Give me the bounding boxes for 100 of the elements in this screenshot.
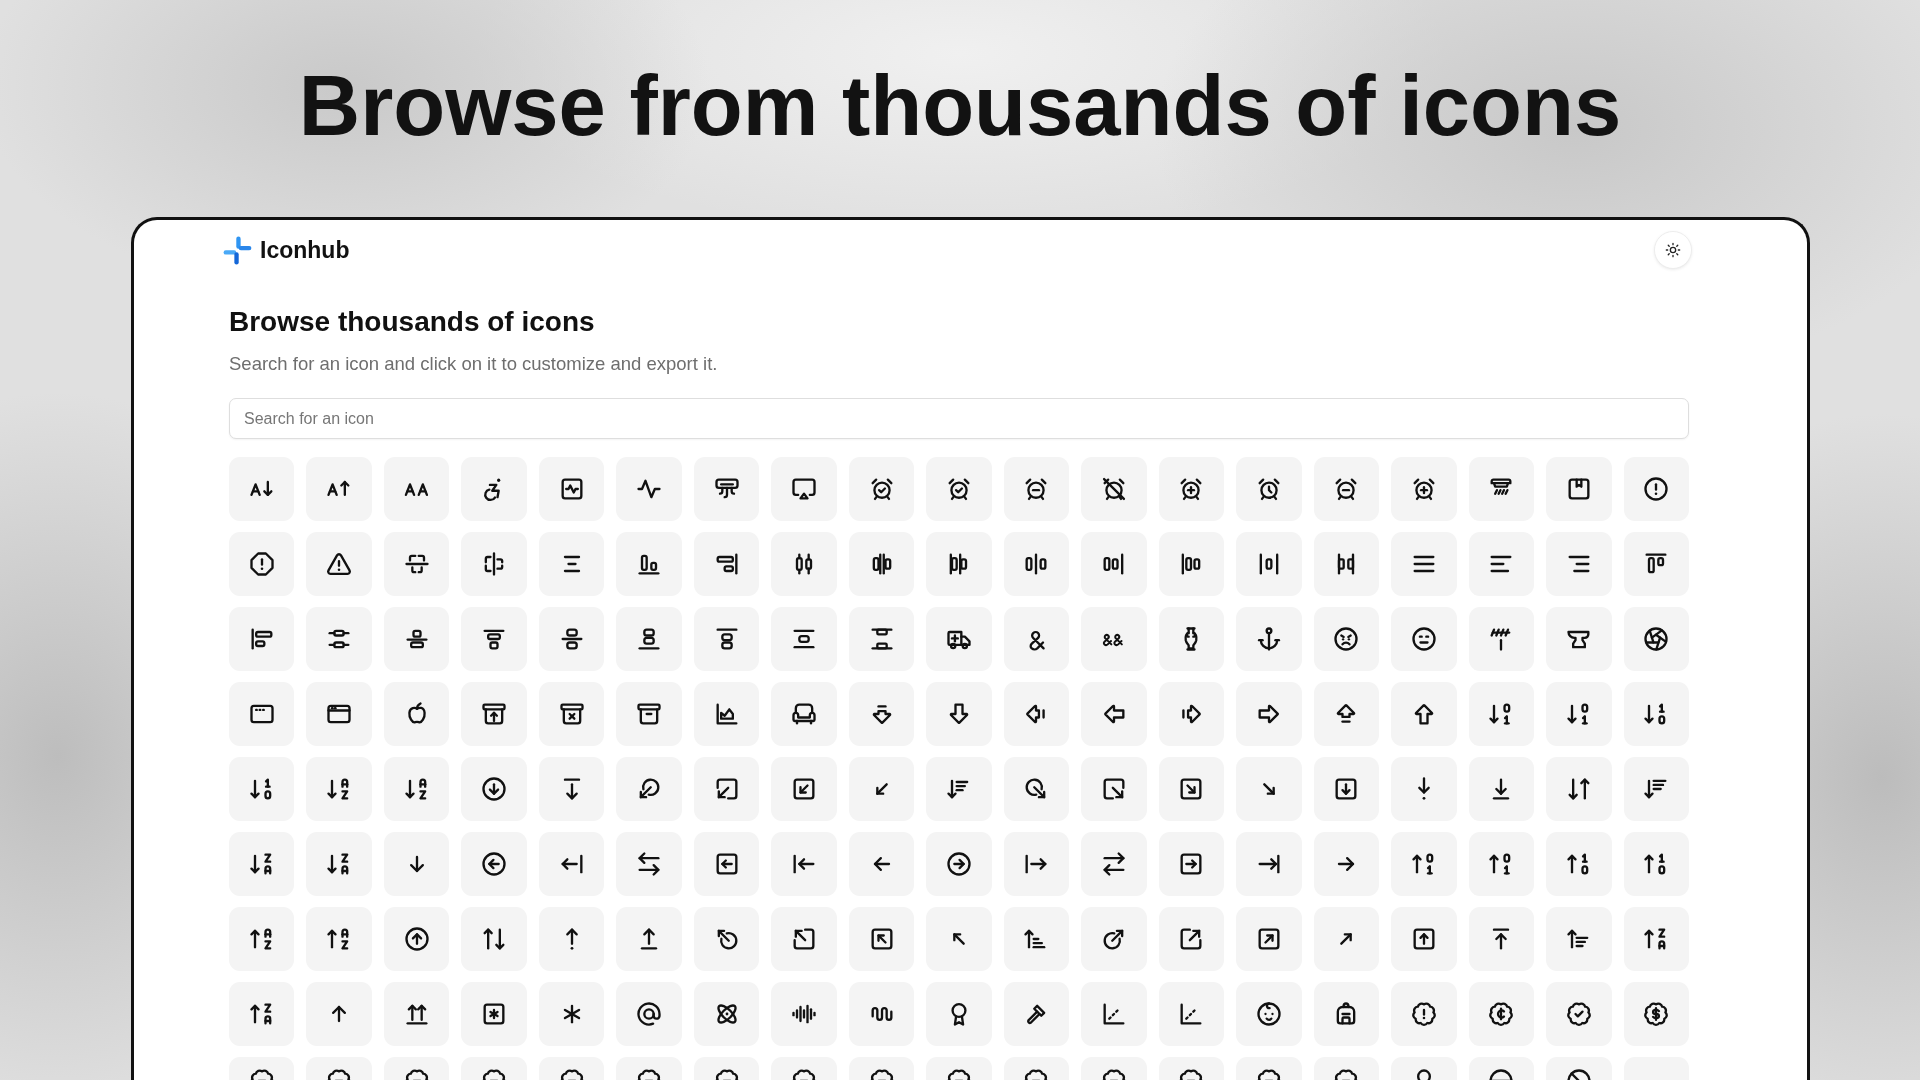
icon-tile[interactable] (1313, 457, 1380, 521)
icon-tile[interactable] (306, 982, 372, 1046)
icon-tile[interactable] (1313, 982, 1380, 1046)
icon-tile[interactable] (1158, 907, 1225, 971)
icon-tile[interactable] (1391, 907, 1457, 971)
icon-tile[interactable] (926, 682, 992, 746)
icon-tile[interactable] (1081, 907, 1147, 971)
icon-tile[interactable] (1468, 982, 1535, 1046)
icon-tile[interactable] (1236, 682, 1302, 746)
icon-tile[interactable] (1546, 457, 1612, 521)
icon-tile[interactable] (1313, 532, 1380, 596)
icon-tile[interactable] (1236, 907, 1302, 971)
icon-tile[interactable] (1003, 907, 1070, 971)
icon-tile[interactable] (1546, 907, 1612, 971)
icon-tile[interactable] (848, 682, 915, 746)
icon-tile[interactable] (616, 607, 682, 671)
icon-tile[interactable] (926, 832, 992, 896)
icon-tile[interactable] (616, 907, 682, 971)
icon-tile[interactable] (229, 607, 295, 671)
icon-tile[interactable] (383, 982, 450, 1046)
icon-tile[interactable] (1391, 682, 1457, 746)
icon-tile[interactable] (306, 757, 372, 821)
icon-tile[interactable] (461, 532, 527, 596)
icon-tile[interactable] (616, 757, 682, 821)
icon-tile[interactable] (1158, 832, 1225, 896)
icon-tile[interactable] (1158, 982, 1225, 1046)
icon-tile[interactable] (1623, 457, 1689, 521)
icon-tile[interactable] (461, 682, 527, 746)
icon-tile[interactable] (229, 832, 295, 896)
icon-tile[interactable] (771, 607, 837, 671)
icon-tile[interactable] (1546, 832, 1612, 896)
icon-tile[interactable] (306, 832, 372, 896)
icon-tile[interactable] (848, 907, 915, 971)
icon-tile[interactable] (693, 607, 760, 671)
icon-tile[interactable] (306, 532, 372, 596)
icon-tile[interactable] (616, 832, 682, 896)
icon-tile[interactable] (1236, 982, 1302, 1046)
icon-tile[interactable] (771, 832, 837, 896)
icon-tile[interactable] (926, 757, 992, 821)
icon-tile[interactable] (383, 457, 450, 521)
icon-tile[interactable] (1546, 682, 1612, 746)
icon-tile[interactable] (461, 757, 527, 821)
icon-tile[interactable] (771, 682, 837, 746)
icon-tile[interactable] (383, 682, 450, 746)
icon-tile[interactable] (1081, 607, 1147, 671)
icon-tile[interactable] (926, 457, 992, 521)
icon-tile[interactable] (693, 832, 760, 896)
icon-tile[interactable] (1623, 757, 1689, 821)
icon-tile[interactable] (1003, 982, 1070, 1046)
icon-tile[interactable] (693, 457, 760, 521)
icon-tile[interactable] (1391, 757, 1457, 821)
icon-tile[interactable] (693, 982, 760, 1046)
icon-tile[interactable] (1468, 907, 1535, 971)
icon-tile[interactable] (1468, 607, 1535, 671)
icon-tile[interactable] (1391, 457, 1457, 521)
icon-tile[interactable] (538, 607, 605, 671)
icon-tile[interactable] (461, 457, 527, 521)
icon-tile[interactable] (848, 832, 915, 896)
icon-tile[interactable] (616, 532, 682, 596)
icon-tile[interactable] (1081, 832, 1147, 896)
icon-tile[interactable] (229, 757, 295, 821)
icon-tile[interactable] (1003, 832, 1070, 896)
icon-tile[interactable] (461, 982, 527, 1046)
icon-tile[interactable] (1623, 982, 1689, 1046)
icon-tile[interactable] (229, 457, 295, 521)
icon-tile[interactable] (1468, 757, 1535, 821)
icon-tile[interactable] (1546, 757, 1612, 821)
icon-tile[interactable] (1391, 982, 1457, 1046)
icon-tile[interactable] (1081, 982, 1147, 1046)
theme-toggle-button[interactable] (1654, 231, 1692, 269)
icon-tile[interactable] (1313, 607, 1380, 671)
icon-tile[interactable] (616, 457, 682, 521)
icon-tile[interactable] (1546, 532, 1612, 596)
icon-tile[interactable] (538, 832, 605, 896)
search-field[interactable]: Search for an icon (229, 398, 1689, 439)
icon-tile[interactable] (383, 907, 450, 971)
icon-tile[interactable] (1623, 682, 1689, 746)
icon-tile[interactable] (461, 832, 527, 896)
icon-tile[interactable] (1081, 457, 1147, 521)
icon-tile[interactable] (1468, 457, 1535, 521)
icon-tile[interactable] (461, 907, 527, 971)
icon-tile[interactable] (616, 682, 682, 746)
icon-tile[interactable] (1236, 532, 1302, 596)
icon-tile[interactable] (1236, 607, 1302, 671)
icon-tile[interactable] (616, 982, 682, 1046)
icon-tile[interactable] (771, 532, 837, 596)
icon-tile[interactable] (229, 532, 295, 596)
icon-tile[interactable] (306, 607, 372, 671)
icon-tile[interactable] (1158, 457, 1225, 521)
icon-tile[interactable] (1313, 757, 1380, 821)
icon-tile[interactable] (1236, 832, 1302, 896)
icon-tile[interactable] (771, 982, 837, 1046)
icon-tile[interactable] (1236, 457, 1302, 521)
icon-tile[interactable] (538, 682, 605, 746)
icon-tile[interactable] (1546, 607, 1612, 671)
icon-tile[interactable] (848, 457, 915, 521)
icon-tile[interactable] (1313, 907, 1380, 971)
icon-tile[interactable] (306, 457, 372, 521)
icon-tile[interactable] (1313, 832, 1380, 896)
icon-tile[interactable] (1003, 457, 1070, 521)
